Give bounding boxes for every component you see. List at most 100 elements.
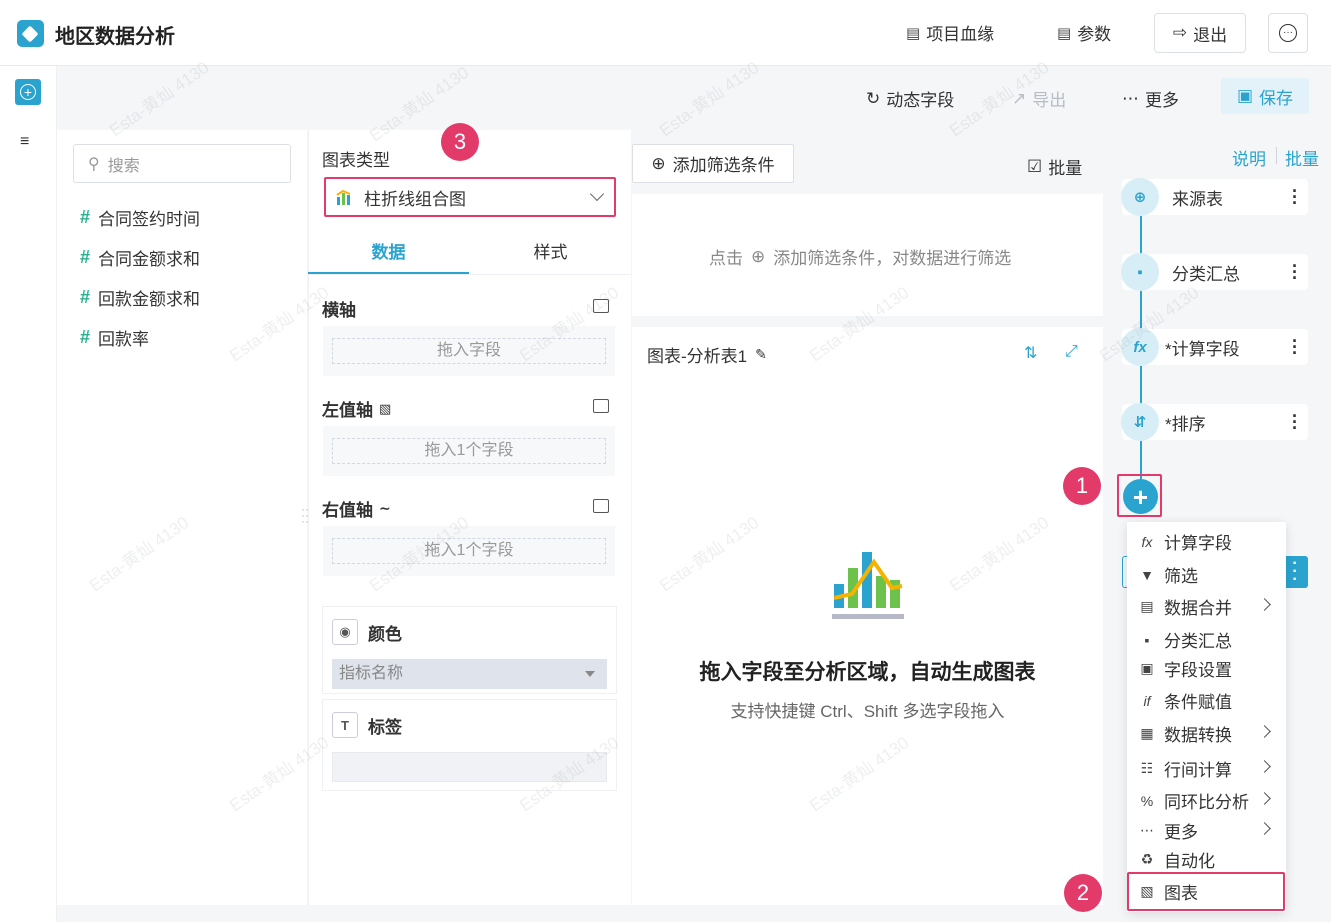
color-select[interactable]: 指标名称 [332,659,607,689]
save-button[interactable]: ▣ 保存 [1221,78,1309,114]
rail-add-button[interactable]: + [15,79,41,105]
app-logo-icon [17,20,44,47]
menu-item-group[interactable]: ▪ 分类汇总 [1138,627,1232,652]
menu-item-row-calc[interactable]: ☷ 行间计算 [1138,756,1232,781]
number-field-icon: # [80,247,91,267]
empty-state-subtitle: 支持快捷键 Ctrl、Shift 多选字段拖入 [730,702,1005,721]
flow-node-sort[interactable]: ⇵ *排序 · · · [1121,403,1308,441]
exit-button[interactable]: ⇨ 退出 [1154,13,1246,53]
filter-batch-label: 批量 [1048,159,1083,178]
add-filter-button[interactable]: ⊕ 添加筛选条件 [632,144,794,183]
menu-item-more[interactable]: ⋯ 更多 [1138,818,1198,843]
x-axis-dropzone[interactable]: 拖入字段 [323,326,615,376]
number-field-icon: # [80,207,91,227]
field-item[interactable]: # 合同金额求和 [80,245,200,270]
node-menu-icon[interactable]: · · · [1292,182,1298,212]
rail-outline-icon[interactable]: ≡ [20,133,29,151]
tabs-divider [308,274,631,275]
dynamic-field-label: 动态字段 [886,91,955,110]
tab-style[interactable]: 样式 [470,238,631,274]
menu-item-label: 条件赋值 [1164,693,1232,712]
menu-item-label: 行间计算 [1164,761,1232,780]
number-field-icon: # [80,327,91,347]
x-axis-label: 横轴 [322,296,356,321]
flow-explain-link[interactable]: 说明 [1232,145,1266,170]
add-filter-label: 添加筛选条件 [672,156,775,175]
row-calc-icon: ☷ [1140,760,1154,776]
panel-splitter-handle[interactable]: ·· ·· ·· [301,503,309,527]
x-axis-drop-hint: 拖入字段 [332,338,606,364]
node-menu-icon[interactable]: · · · [1292,407,1298,437]
menu-item-label: 分类汇总 [1164,632,1232,651]
flow-node-label: 来源表 [1172,189,1223,209]
more-circle-icon: ⋯ [1140,822,1154,838]
filter-batch-button[interactable]: ☑ 批量 [1027,154,1082,179]
line-chart-icon: ∼ [379,500,391,516]
plus-circle-icon: ⊕ [751,246,766,266]
more-dots-icon: ··· [1279,24,1297,42]
field-search-input[interactable]: ⚲ 搜索 [73,144,291,183]
flow-node-calc[interactable]: fx *计算字段 · · · [1121,328,1308,366]
edit-icon[interactable]: ✎ [755,346,767,363]
params-button[interactable]: ▤ 参数 [1057,20,1111,45]
chart-type-value: 柱折线组合图 [364,189,466,209]
sort-icon[interactable]: ⇅ [1024,343,1037,363]
add-node-button[interactable]: + [1123,479,1158,514]
tag-dropzone[interactable] [332,752,607,782]
menu-item-calc-field[interactable]: fx 计算字段 [1138,529,1232,554]
fx-icon: fx [1141,533,1153,550]
dynamic-field-button[interactable]: ↻ 动态字段 [866,86,954,111]
text-label-icon: T [332,712,358,738]
menu-item-transform[interactable]: ▦ 数据转换 [1138,721,1232,746]
export-icon: ↗ [1012,88,1027,108]
chart-type-select[interactable]: 柱折线组合图 [324,177,616,217]
flow-node-label: *排序 [1165,414,1206,434]
menu-item-label: 自动化 [1164,852,1215,871]
field-item[interactable]: # 合同签约时间 [80,205,200,230]
left-axis-drop-hint: 拖入1个字段 [332,438,606,464]
flow-link-separator [1276,147,1277,164]
more-label: 更多 [1145,91,1179,110]
field-label: 回款金额求和 [98,290,201,309]
right-axis-dropzone[interactable]: 拖入1个字段 [323,526,615,576]
flow-node-source[interactable]: ⊕ 来源表 · · · [1121,178,1308,216]
menu-item-merge[interactable]: ▤ 数据合并 [1138,594,1232,619]
flow-batch-link[interactable]: 批量 [1285,145,1319,170]
filter-icon: ▼ [1140,566,1154,583]
color-label: 颜色 [368,624,402,644]
project-lineage-button[interactable]: ▤ 项目血缘 [906,20,994,45]
menu-item-automation[interactable]: ♻ 自动化 [1138,847,1215,872]
left-axis-settings-icon[interactable] [593,399,609,413]
plus-circle-icon: ⊕ [651,153,666,173]
expand-icon[interactable]: ⤢ [1065,343,1078,361]
left-axis-dropzone[interactable]: 拖入1个字段 [323,426,615,476]
export-button[interactable]: ↗ 导出 [1012,86,1066,111]
left-rail [0,66,57,922]
plus-circle-icon: + [20,84,36,100]
left-axis-text: 左值轴 [322,401,373,420]
node-menu-icon[interactable]: · · · [1292,257,1298,287]
menu-item-field-settings[interactable]: ▣ 字段设置 [1138,656,1232,681]
node-menu-icon[interactable]: · · · [1292,332,1298,362]
sort-arrows-icon: ⇵ [1121,403,1159,441]
bar-line-chart-icon [336,189,351,205]
right-axis-settings-icon[interactable] [593,499,609,513]
menu-item-yoy[interactable]: % 同环比分析 [1138,788,1249,813]
tab-data[interactable]: 数据 [308,238,469,274]
menu-item-conditional[interactable]: if 条件赋值 [1138,688,1233,713]
flow-node-group[interactable]: ▪ 分类汇总 · · · [1121,253,1308,291]
more-button[interactable]: ⋯ 更多 [1122,86,1179,111]
step-badge-3: 3 [441,123,479,161]
field-item[interactable]: # 回款率 [80,325,149,350]
field-item[interactable]: # 回款金额求和 [80,285,200,310]
fx-icon: fx [1121,328,1159,366]
filter-hint-suffix: 添加筛选条件，对数据进行筛选 [773,249,1012,268]
empty-chart-illustration [832,552,904,619]
menu-item-filter[interactable]: ▼ 筛选 [1138,562,1198,587]
x-axis-settings-icon[interactable] [593,299,609,313]
merge-icon: ▤ [1140,598,1154,614]
percent-icon: % [1140,792,1154,809]
export-label: 导出 [1032,91,1067,110]
exit-label: 退出 [1193,25,1228,45]
top-more-button[interactable]: ··· [1268,13,1308,53]
